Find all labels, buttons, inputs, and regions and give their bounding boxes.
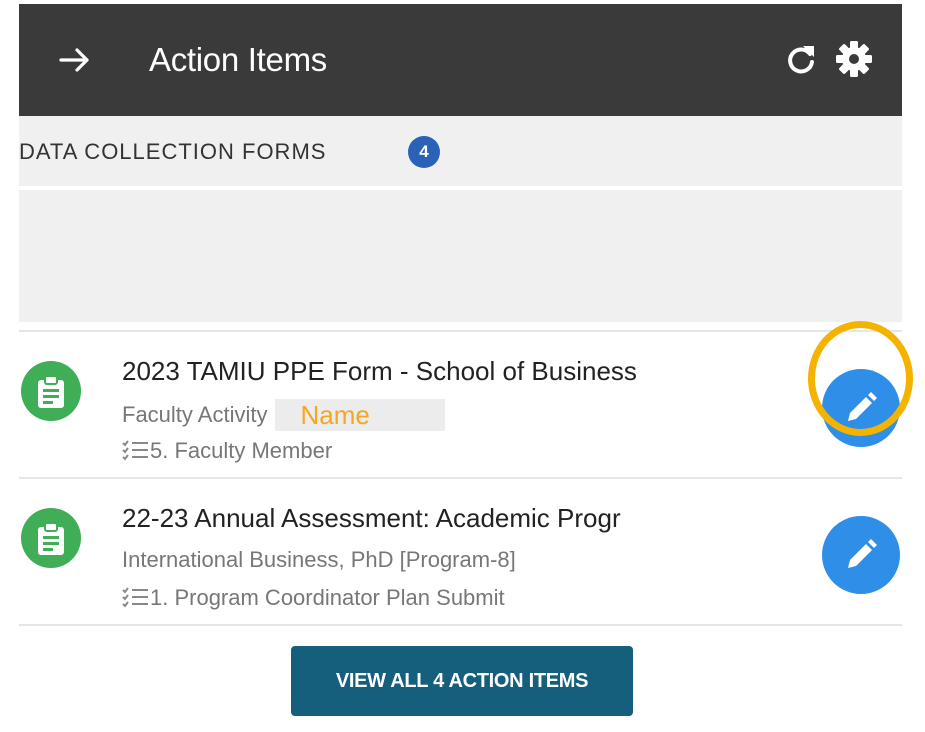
section-header: DATA COLLECTION FORMS 4 bbox=[19, 116, 902, 186]
item-step: 1. Program Coordinator Plan Submit bbox=[122, 584, 505, 612]
item-subtitle: Faculty Activity Name bbox=[122, 399, 445, 431]
item-step-text: 5. Faculty Member bbox=[150, 438, 333, 463]
arrow-right-icon[interactable] bbox=[55, 40, 95, 80]
pencil-icon bbox=[848, 539, 877, 568]
checklist-icon bbox=[122, 587, 148, 608]
panel-header: Action Items bbox=[19, 4, 902, 116]
divider bbox=[19, 624, 902, 626]
section-label: DATA COLLECTION FORMS bbox=[19, 139, 327, 164]
count-badge: 4 bbox=[408, 136, 440, 168]
refresh-icon[interactable] bbox=[783, 42, 819, 78]
clipboard-icon bbox=[21, 361, 81, 421]
checklist-icon bbox=[122, 440, 148, 461]
edit-button[interactable] bbox=[822, 516, 900, 594]
list-item[interactable]: 2023 TAMIU PPE Form - School of Business… bbox=[19, 331, 902, 477]
page-title: Action Items bbox=[149, 41, 327, 78]
highlight-ring bbox=[808, 321, 913, 436]
view-all-button[interactable]: VIEW ALL 4 ACTION ITEMS bbox=[291, 646, 633, 716]
clipboard-icon bbox=[21, 508, 81, 568]
item-subtitle-text: Faculty Activity bbox=[122, 402, 268, 427]
item-step: 5. Faculty Member bbox=[122, 437, 332, 465]
action-items-panel: Action Items DATA COLLECTION FORMS 4 202… bbox=[19, 0, 913, 732]
empty-placeholder-block bbox=[19, 190, 902, 322]
item-step-text: 1. Program Coordinator Plan Submit bbox=[150, 585, 505, 610]
list-item[interactable]: 22-23 Annual Assessment: Academic Progr … bbox=[19, 478, 902, 624]
item-subtitle: International Business, PhD [Program-8] bbox=[122, 547, 516, 572]
name-overlay: Name bbox=[275, 399, 445, 431]
gear-icon[interactable] bbox=[834, 39, 874, 79]
item-title[interactable]: 22-23 Annual Assessment: Academic Progr bbox=[122, 502, 802, 534]
item-title[interactable]: 2023 TAMIU PPE Form - School of Business bbox=[122, 355, 802, 387]
